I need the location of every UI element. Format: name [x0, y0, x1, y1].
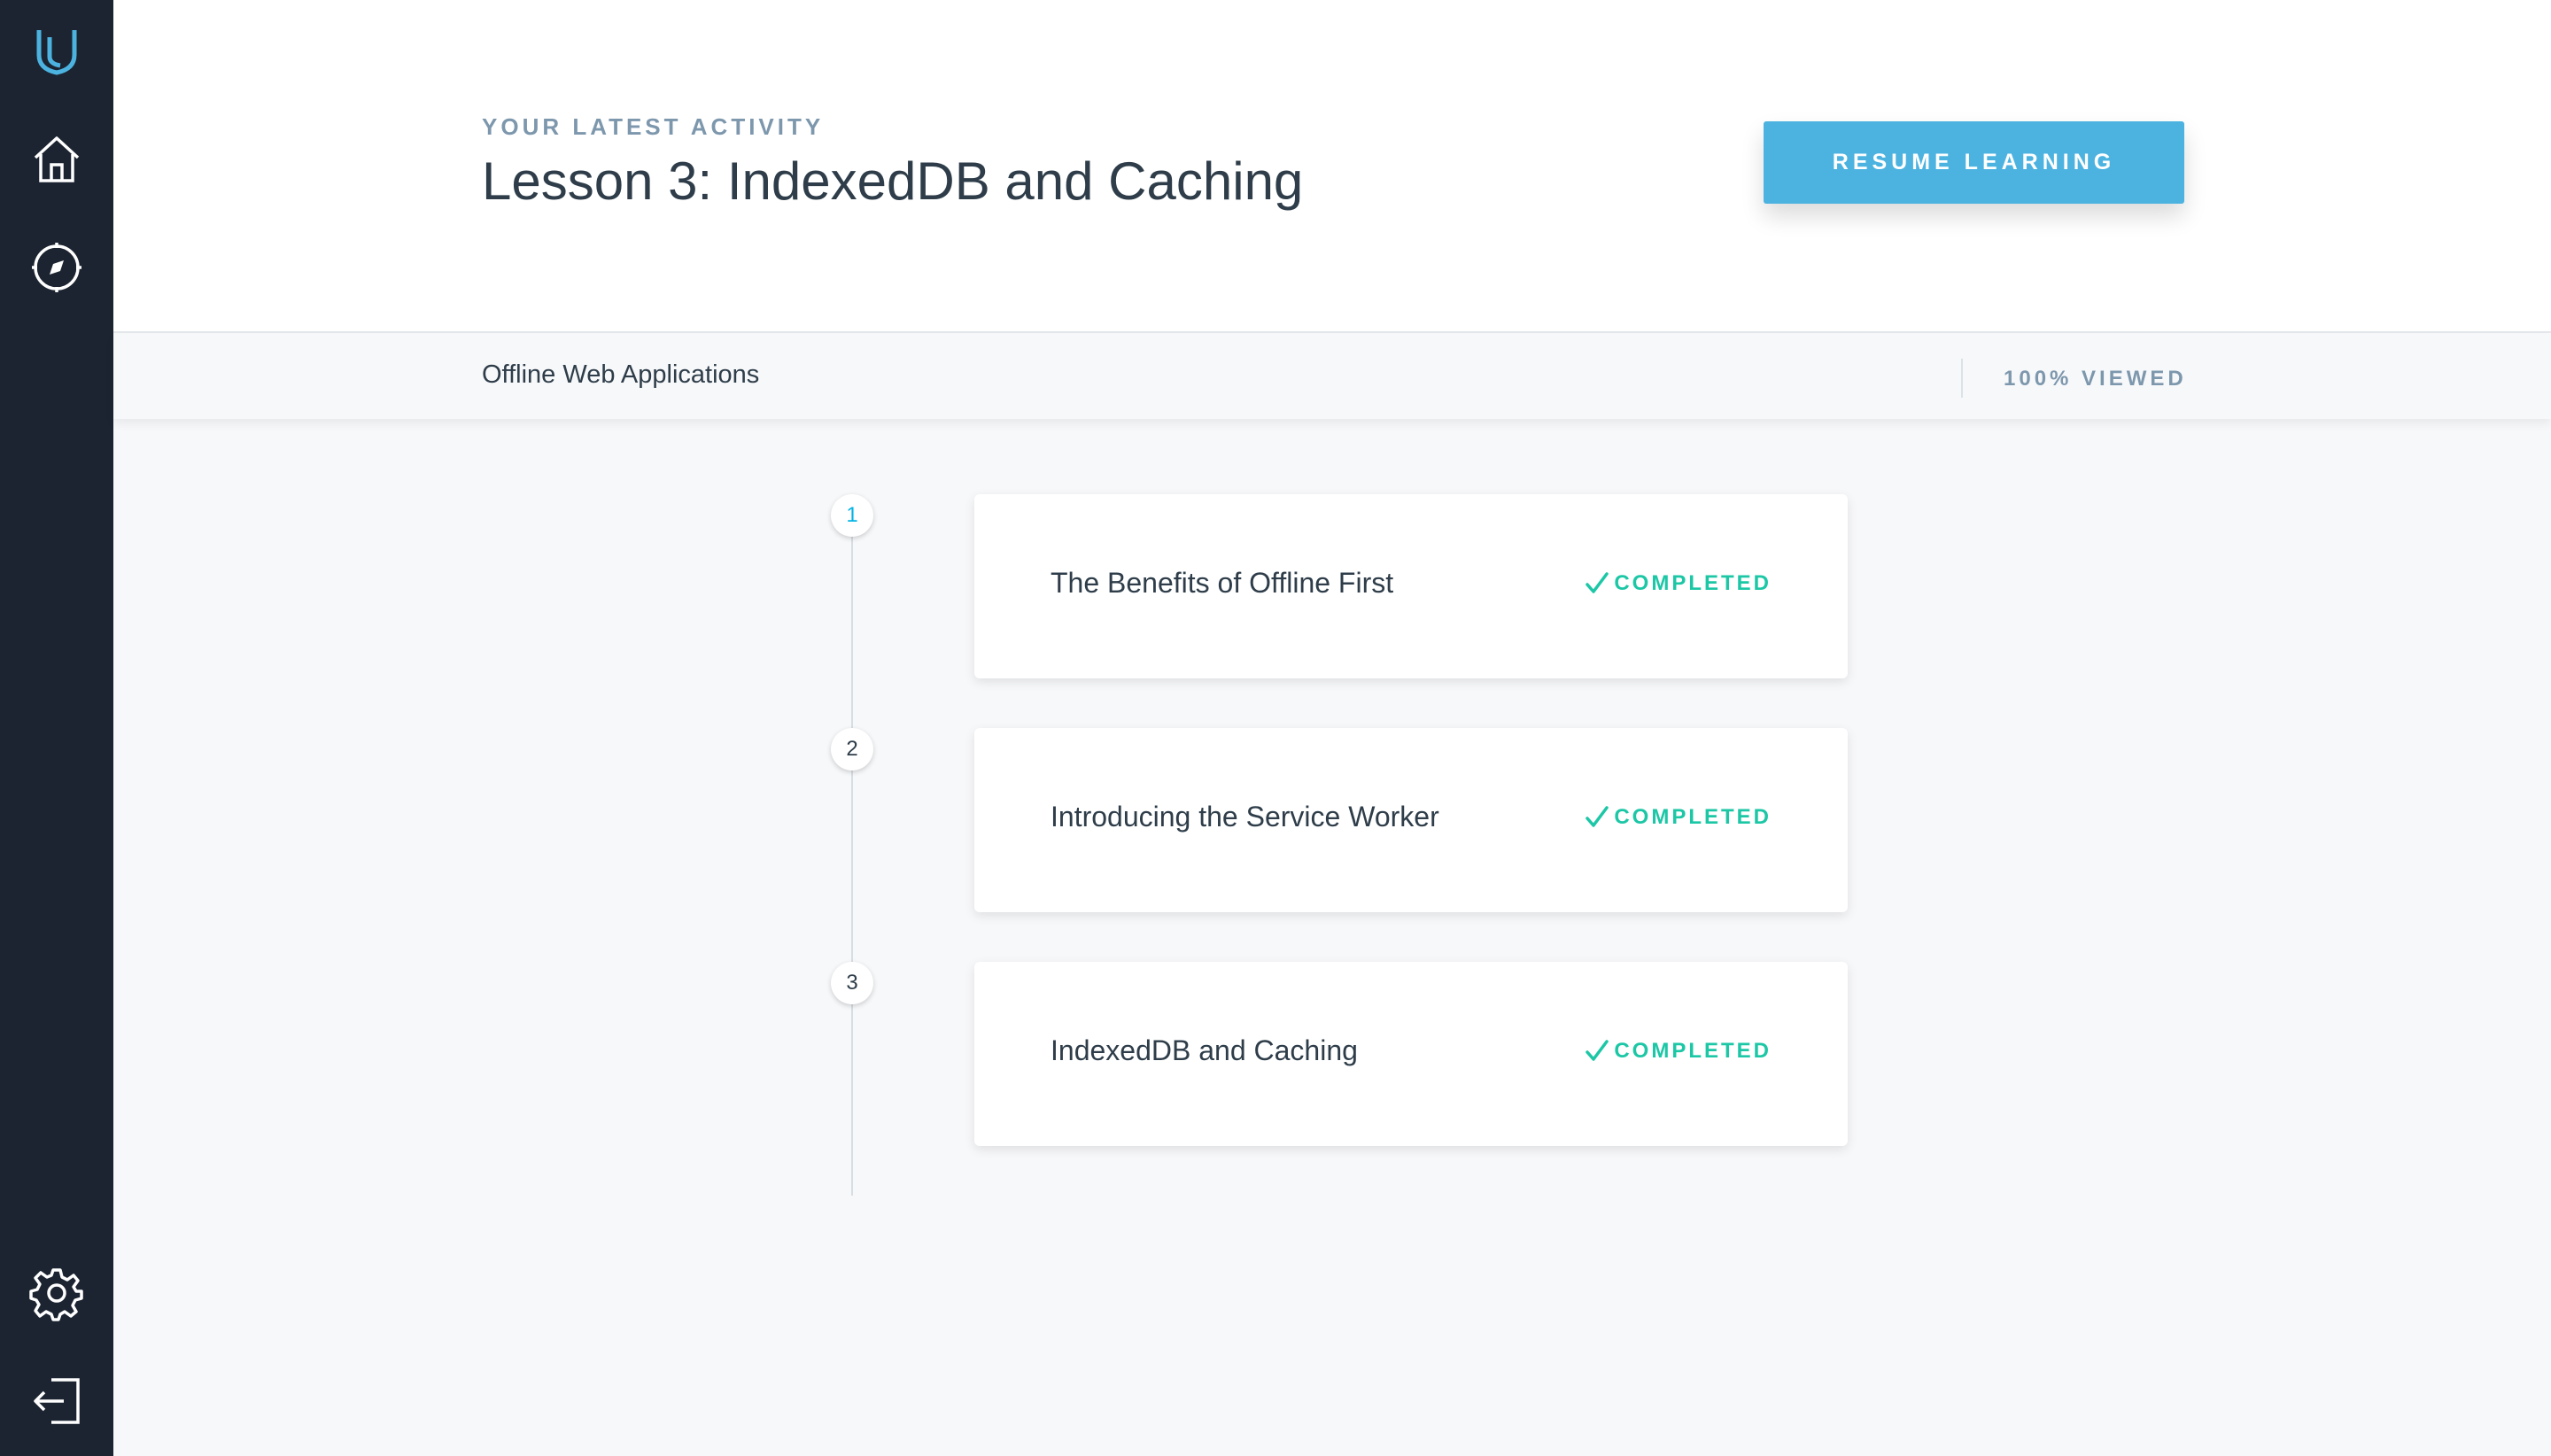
compass-icon[interactable]	[25, 236, 89, 299]
checkmark-icon	[1584, 804, 1610, 831]
lesson-card-3[interactable]: IndexedDB and Caching COMPLETED	[974, 962, 1848, 1146]
course-name: Offline Web Applications	[482, 360, 760, 389]
status-label: COMPLETED	[1614, 1039, 1772, 1063]
step-number-1: 1	[831, 494, 873, 537]
resume-learning-button[interactable]: RESUME LEARNING	[1764, 121, 2184, 204]
status-label: COMPLETED	[1614, 805, 1772, 829]
udacity-logo-icon[interactable]	[25, 18, 89, 81]
lesson-title: IndexedDB and Caching	[1051, 1034, 1358, 1066]
step-number-3: 3	[831, 962, 873, 1004]
checkmark-icon	[1584, 570, 1610, 597]
lesson-title: Lesson 3: IndexedDB and Caching	[482, 151, 1304, 211]
course-progress-bar: Offline Web Applications 100% VIEWED	[113, 334, 2551, 419]
checkmark-icon	[1584, 1038, 1610, 1065]
lesson-card-2[interactable]: Introducing the Service Worker COMPLETED	[974, 728, 1848, 912]
viewed-progress: 100% VIEWED	[2004, 367, 2187, 391]
completed-status: COMPLETED	[1584, 1038, 1772, 1065]
completed-status: COMPLETED	[1584, 804, 1772, 831]
timeline-line	[851, 515, 853, 1196]
completed-status: COMPLETED	[1584, 570, 1772, 597]
lesson-card-1[interactable]: The Benefits of Offline First COMPLETED	[974, 494, 1848, 678]
home-icon[interactable]	[25, 128, 89, 191]
divider	[1961, 359, 1963, 398]
step-number-2: 2	[831, 728, 873, 771]
lesson-title: The Benefits of Offline First	[1051, 567, 1394, 599]
main-content: YOUR LATEST ACTIVITY Lesson 3: IndexedDB…	[113, 0, 2551, 1456]
latest-activity-label: YOUR LATEST ACTIVITY	[482, 113, 825, 140]
settings-gear-icon[interactable]	[25, 1261, 89, 1325]
sidebar	[0, 0, 113, 1456]
lesson-title: Introducing the Service Worker	[1051, 801, 1439, 833]
status-label: COMPLETED	[1614, 571, 1772, 595]
header: YOUR LATEST ACTIVITY Lesson 3: IndexedDB…	[113, 0, 2551, 333]
logout-icon[interactable]	[25, 1369, 89, 1433]
